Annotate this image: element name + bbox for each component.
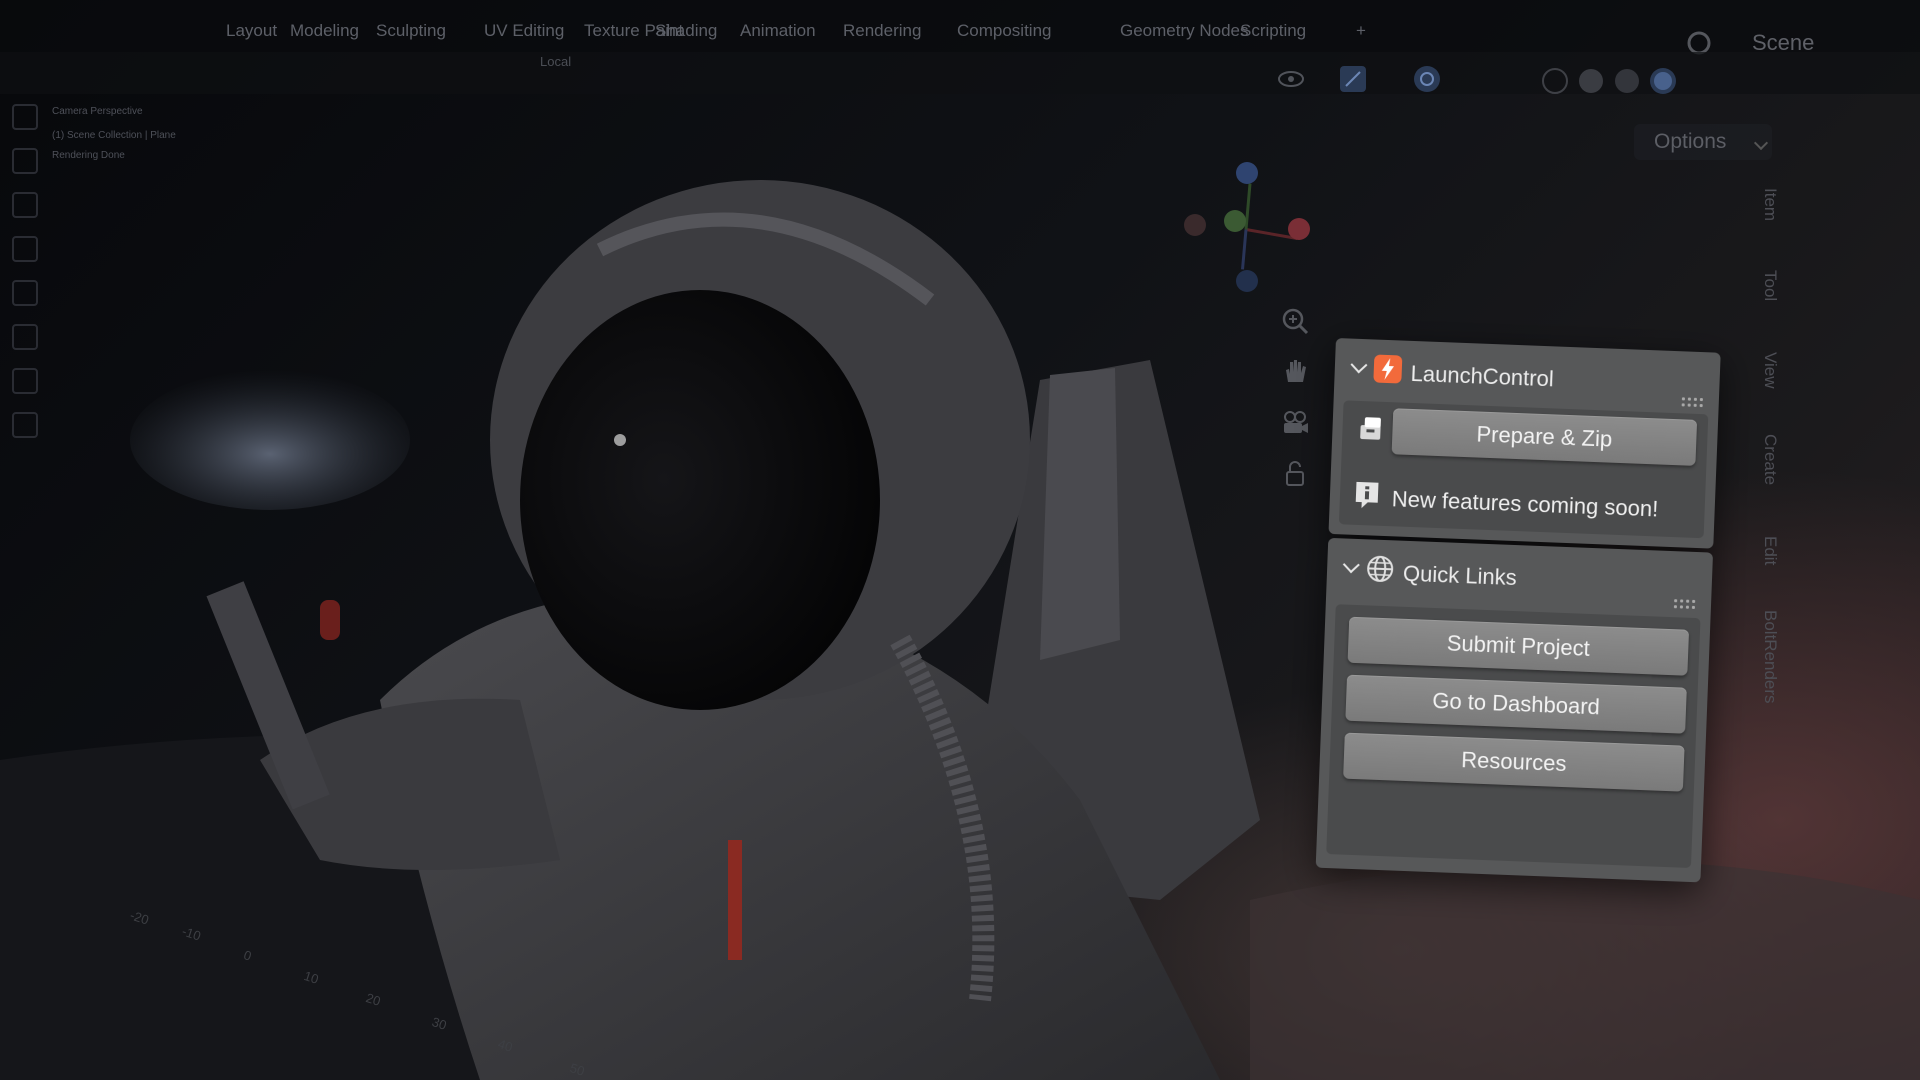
select-tool-icon[interactable]: [12, 104, 38, 130]
viewport-info-line: (1) Scene Collection | Plane: [52, 130, 176, 141]
sidebar-tab-tool[interactable]: Tool: [1760, 270, 1780, 301]
rotate-tool-icon[interactable]: [12, 236, 38, 262]
overlays-icon[interactable]: [1412, 64, 1442, 94]
addon-panel: LaunchControl Prepare & Zip New features…: [1315, 338, 1721, 883]
quick-links-header[interactable]: Quick Links: [1326, 538, 1713, 617]
frame-number: -10: [180, 923, 203, 944]
gizmo-x-icon[interactable]: [1288, 218, 1310, 240]
zoom-icon[interactable]: [1280, 306, 1310, 336]
workspace-tab[interactable]: Shading: [655, 21, 717, 41]
launchcontrol-body: Prepare & Zip New features coming soon!: [1338, 400, 1709, 539]
annotate-tool-icon[interactable]: [12, 368, 38, 394]
measure-tool-icon[interactable]: [12, 412, 38, 438]
launchcontrol-section: LaunchControl Prepare & Zip New features…: [1328, 338, 1721, 549]
visibility-icon[interactable]: [1276, 64, 1306, 94]
workspace-tab[interactable]: Sculpting: [376, 21, 446, 41]
top-menu-bar: Layout Modeling Sculpting UV Editing Tex…: [0, 0, 1920, 55]
sidebar-tab-edit[interactable]: Edit: [1760, 536, 1780, 565]
sidebar-tab-create[interactable]: Create: [1760, 434, 1780, 485]
drag-handle-icon[interactable]: [1681, 397, 1706, 408]
lightning-bolt-icon: [1373, 354, 1403, 384]
viewport-header: [0, 52, 1920, 94]
frame-number: 50: [568, 1060, 587, 1079]
globe-icon: [1367, 555, 1394, 582]
gizmo-neg-z-icon[interactable]: [1236, 270, 1258, 292]
gizmo-z-icon[interactable]: [1236, 162, 1258, 184]
workspace-tab[interactable]: Rendering: [843, 21, 921, 41]
shading-rendered-icon[interactable]: [1648, 66, 1678, 96]
go-to-dashboard-button[interactable]: Go to Dashboard: [1345, 674, 1687, 734]
frame-number: 0: [241, 947, 254, 964]
prepare-zip-button[interactable]: Prepare & Zip: [1391, 408, 1698, 466]
options-dropdown[interactable]: Options: [1634, 124, 1772, 160]
workspace-tab[interactable]: Scripting: [1240, 21, 1306, 41]
sidebar-tab-view[interactable]: View: [1760, 352, 1780, 389]
gizmo-toggle-icon[interactable]: [1338, 64, 1368, 94]
quick-links-section: Quick Links Submit Project Go to Dashboa…: [1315, 537, 1714, 883]
sidebar-tab-item[interactable]: Item: [1760, 188, 1780, 221]
lock-icon[interactable]: [1280, 458, 1310, 488]
shading-solid-icon[interactable]: [1576, 66, 1606, 96]
viewport-info-line: Camera Perspective: [52, 106, 143, 117]
chevron-down-icon: [1350, 356, 1368, 374]
gizmo-y-icon[interactable]: [1224, 210, 1246, 232]
workspace-tab[interactable]: UV Editing: [484, 21, 564, 41]
frame-number: 10: [302, 968, 321, 987]
transform-orientation-select[interactable]: Local: [540, 54, 571, 69]
drag-handle-icon[interactable]: [1673, 599, 1698, 610]
resources-button[interactable]: Resources: [1343, 732, 1685, 792]
quick-links-body: Submit Project Go to Dashboard Resources: [1326, 604, 1701, 869]
workspace-tab[interactable]: Compositing: [957, 21, 1052, 41]
section-title: LaunchControl: [1410, 360, 1555, 392]
info-icon: [1355, 481, 1379, 509]
chevron-down-icon: [1342, 556, 1360, 574]
frame-number: 40: [496, 1036, 515, 1055]
pan-hand-icon[interactable]: [1280, 356, 1310, 386]
shading-material-icon[interactable]: [1612, 66, 1642, 96]
cursor-tool-icon[interactable]: [12, 148, 38, 174]
info-message: New features coming soon!: [1391, 486, 1659, 522]
frame-number: 30: [430, 1014, 449, 1033]
workspace-tab[interactable]: Modeling: [290, 21, 359, 41]
move-tool-icon[interactable]: [12, 192, 38, 218]
timeline[interactable]: -20 -10 0 10 20 30 40 50: [0, 840, 1000, 1080]
submit-project-button[interactable]: Submit Project: [1347, 616, 1690, 676]
scale-tool-icon[interactable]: [12, 280, 38, 306]
shading-wireframe-icon[interactable]: [1540, 66, 1570, 96]
transform-tool-icon[interactable]: [12, 324, 38, 350]
workspace-tab[interactable]: Animation: [740, 21, 816, 41]
sidebar-tab-boltrenders[interactable]: BoltRenders: [1760, 610, 1780, 704]
archive-icon: [1360, 417, 1381, 440]
viewport-info-line: Rendering Done: [52, 150, 125, 161]
frame-number: 20: [364, 990, 383, 1009]
options-label: Options: [1654, 130, 1727, 153]
add-workspace-button[interactable]: +: [1356, 21, 1366, 41]
frame-number: -20: [128, 907, 151, 928]
3d-viewport[interactable]: Layout Modeling Sculpting UV Editing Tex…: [0, 0, 1920, 1080]
camera-view-icon[interactable]: [1280, 408, 1310, 438]
workspace-tab[interactable]: Geometry Nodes: [1120, 21, 1249, 41]
gizmo-neg-x-icon[interactable]: [1184, 214, 1206, 236]
workspace-tab[interactable]: Layout: [226, 21, 277, 41]
section-title: Quick Links: [1402, 560, 1518, 591]
